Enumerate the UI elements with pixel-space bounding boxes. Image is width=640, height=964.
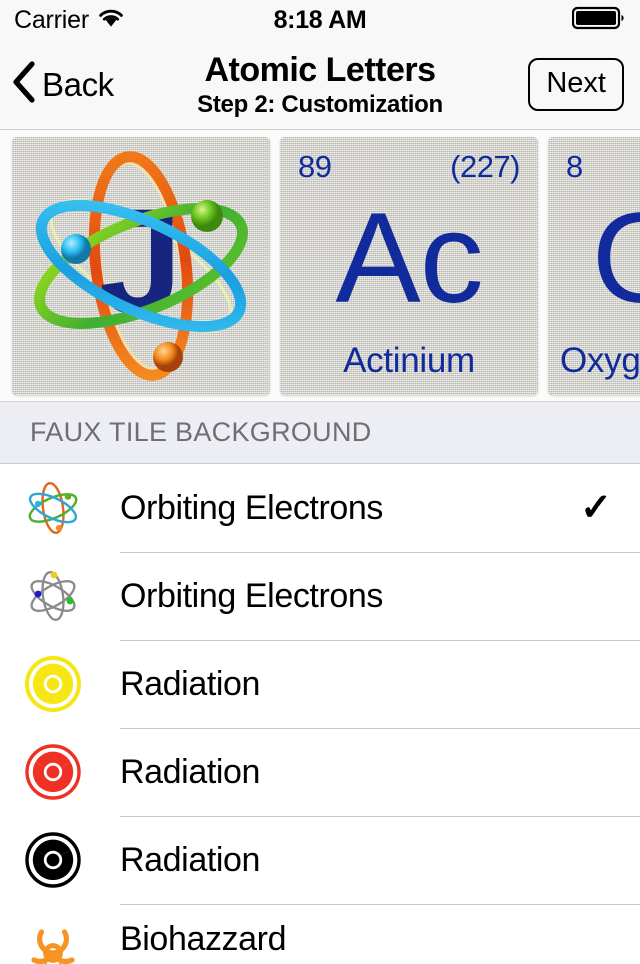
back-button[interactable]: Back — [0, 61, 114, 108]
list-item-label: Radiation — [120, 752, 261, 791]
list-item-label: Radiation — [120, 840, 261, 879]
section-header: FAUX TILE BACKGROUND — [0, 402, 640, 464]
app-screen: Carrier 8:18 AM Back Atomic Letters Step… — [0, 0, 640, 964]
radiation-red-icon — [22, 741, 84, 803]
background-options-list: Orbiting Electrons ✓ Orbiting Electrons — [0, 464, 640, 964]
wifi-icon — [98, 8, 124, 33]
page-title: Atomic Letters — [204, 50, 436, 89]
element-tile-content: 8 O Oxygen — [548, 137, 640, 395]
back-button-label: Back — [42, 65, 114, 103]
orbiting-electrons-color-icon — [22, 477, 84, 539]
list-item-label: Radiation — [120, 664, 261, 703]
list-item[interactable]: Biohazzard — [0, 904, 640, 964]
radiation-black-icon — [22, 829, 84, 891]
orbiting-electrons-color-icon: J — [12, 137, 270, 395]
orbiting-electrons-grey-icon — [22, 565, 84, 627]
status-bar: Carrier 8:18 AM — [0, 0, 640, 40]
list-item[interactable]: Orbiting Electrons — [0, 552, 640, 640]
biohazard-orange-icon — [22, 918, 84, 964]
preview-tile-element-actinium[interactable]: 89 (227) Ac Actinium — [280, 136, 538, 395]
list-item[interactable]: Radiation — [0, 640, 640, 728]
carrier-label: Carrier — [14, 5, 89, 34]
status-bar-left: Carrier — [14, 6, 124, 35]
tile-preview-carousel[interactable]: J 89 (227) Ac Actinium 8 Oxyg — [0, 130, 640, 402]
next-button[interactable]: Next — [528, 58, 624, 111]
element-symbol: Ac — [335, 186, 483, 330]
list-item[interactable]: Orbiting Electrons ✓ — [0, 464, 640, 552]
page-subtitle: Step 2: Customization — [197, 90, 443, 118]
element-symbol: O — [548, 179, 640, 339]
list-item-label: Orbiting Electrons — [120, 488, 384, 527]
list-item[interactable]: Radiation — [0, 728, 640, 816]
list-item[interactable]: Radiation — [0, 816, 640, 904]
preview-tile-logo[interactable]: J — [12, 136, 270, 395]
radiation-yellow-icon — [22, 653, 84, 715]
section-header-label: FAUX TILE BACKGROUND — [30, 417, 372, 447]
navigation-bar: Back Atomic Letters Step 2: Customizatio… — [0, 40, 640, 130]
list-item-label: Biohazzard — [120, 920, 287, 958]
element-name: Oxygen — [560, 340, 640, 380]
preview-tile-element-oxygen[interactable]: 8 O Oxygen — [548, 136, 640, 395]
list-item-label: Orbiting Electrons — [120, 576, 384, 615]
element-name: Actinium — [343, 340, 475, 380]
battery-full-icon — [571, 6, 626, 35]
status-bar-right — [571, 6, 626, 35]
checkmark-icon: ✓ — [580, 487, 612, 529]
element-tile-content: 89 (227) Ac Actinium — [280, 137, 538, 395]
chevron-left-icon — [12, 61, 36, 108]
